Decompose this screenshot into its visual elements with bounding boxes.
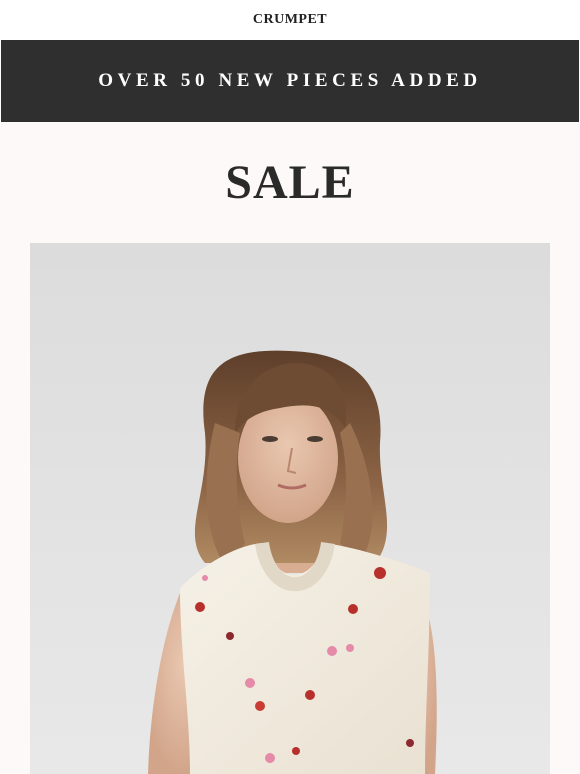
hero-illustration [148, 350, 437, 774]
hero-image[interactable] [30, 243, 550, 774]
promo-banner[interactable]: OVER 50 NEW PIECES ADDED [1, 40, 579, 122]
header-bar: CRUMPET [0, 0, 580, 40]
page-title: SALE [225, 156, 355, 209]
promo-banner-text: OVER 50 NEW PIECES ADDED [98, 70, 482, 91]
main-section: SALE [0, 122, 580, 774]
brand-logo[interactable]: CRUMPET [253, 12, 327, 28]
